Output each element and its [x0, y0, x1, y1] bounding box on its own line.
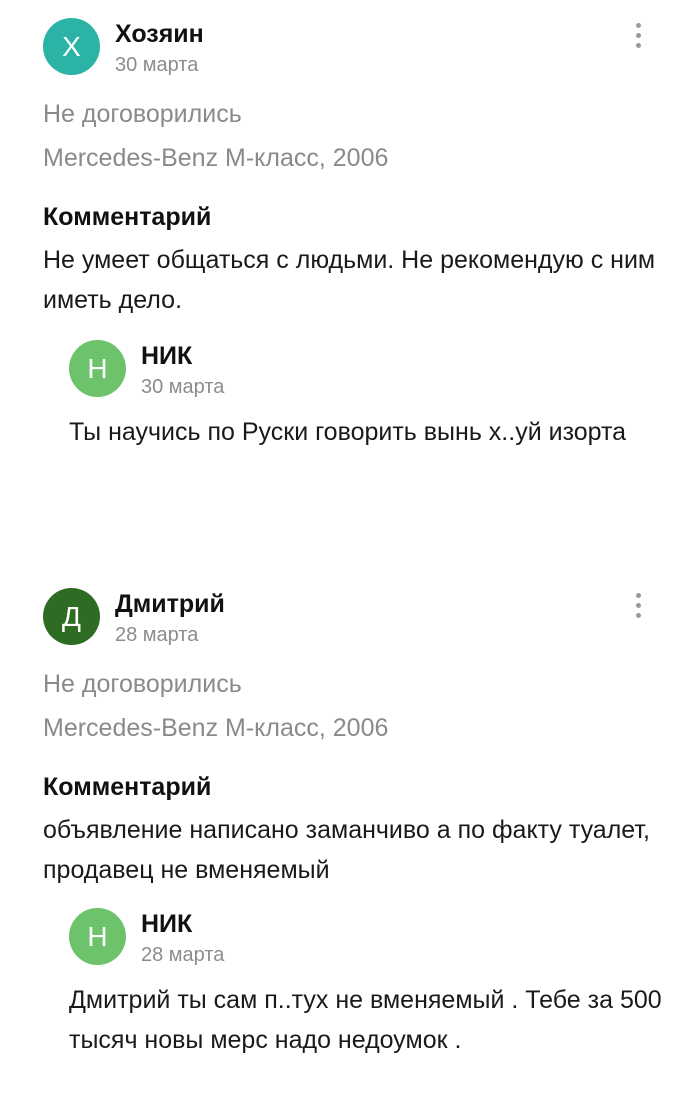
comment-heading: Комментарий — [43, 773, 212, 801]
reply-header: Н НИК 30 марта — [0, 340, 700, 410]
avatar[interactable]: Д — [43, 588, 100, 645]
avatar[interactable]: Х — [43, 18, 100, 75]
reply-text: Ты научись по Руски говорить вынь х..уй … — [69, 418, 627, 446]
avatar-letter: Д — [62, 600, 81, 632]
review-card: Х Хозяин 30 марта Не договорились Merced… — [0, 18, 700, 446]
car-model[interactable]: Mercedes-Benz M-класс, 2006 — [43, 714, 388, 743]
reply-author-name[interactable]: НИК — [141, 910, 192, 939]
reply-author-name[interactable]: НИК — [141, 342, 192, 371]
reply-avatar[interactable]: Н — [69, 908, 126, 965]
seller-reply: Н НИК 30 марта Ты научись по Руски говор… — [0, 340, 700, 446]
deal-status: Не договорились — [43, 670, 242, 698]
more-options-icon[interactable] — [626, 593, 650, 621]
seller-reply: Н НИК 28 марта Дмитрий ты сам п..тух не … — [0, 908, 700, 1054]
comment-heading: Комментарий — [43, 203, 212, 231]
avatar-letter: Н — [87, 920, 108, 952]
deal-status: Не договорились — [43, 100, 242, 128]
comment-text: Не умеет общаться с людьми. Не рекоменду… — [43, 246, 656, 314]
comment-text: объявление написано заманчиво а по факту… — [43, 816, 650, 884]
more-options-icon[interactable] — [626, 23, 650, 51]
author-name[interactable]: Дмитрий — [115, 590, 225, 619]
review-header: Х Хозяин 30 марта — [0, 18, 700, 88]
reply-text: Дмитрий ты сам п..тух не вменяемый . Теб… — [69, 986, 662, 1054]
author-name[interactable]: Хозяин — [115, 20, 204, 49]
review-date: 28 марта — [115, 624, 199, 646]
reply-header: Н НИК 28 марта — [0, 908, 700, 978]
review-date: 30 марта — [115, 54, 199, 76]
avatar-letter: Н — [87, 352, 108, 384]
reply-date: 30 марта — [141, 376, 225, 398]
car-model[interactable]: Mercedes-Benz M-класс, 2006 — [43, 144, 388, 173]
review-header: Д Дмитрий 28 марта — [0, 588, 700, 658]
review-card: Д Дмитрий 28 марта Не договорились Merce… — [0, 588, 700, 1054]
avatar-letter: Х — [62, 30, 81, 62]
reply-date: 28 марта — [141, 944, 225, 966]
reply-avatar[interactable]: Н — [69, 340, 126, 397]
